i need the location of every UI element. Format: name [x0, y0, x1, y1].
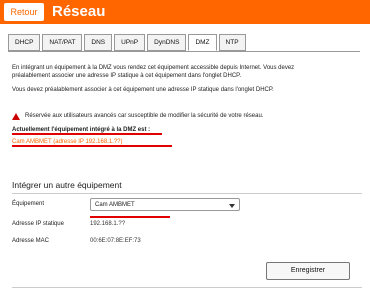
section-title: Intégrer un autre équipement [12, 180, 122, 190]
tab-nat-pat[interactable]: NAT/PAT [42, 34, 83, 51]
save-button[interactable]: Enregistrer [266, 262, 350, 280]
tab-dhcp[interactable]: DHCP [8, 34, 41, 51]
mac-value: 00:6E:07:8E:EF:73 [90, 238, 141, 244]
warning-row: Réservée aux utilisateurs avancés car su… [12, 112, 263, 120]
current-dmz-value-underline [12, 145, 172, 147]
intro-line-1: En intégrant un équipement à la DMZ vous… [12, 65, 295, 71]
chevron-down-icon [229, 204, 235, 208]
back-button[interactable]: Retour [4, 3, 44, 21]
header-bar: Retour Réseau [0, 0, 370, 24]
current-dmz-underline [12, 133, 162, 135]
bottom-divider [12, 287, 362, 288]
equipment-select-value: Cam AMBMET [95, 202, 135, 208]
section-divider [12, 193, 362, 194]
equipment-underline [90, 216, 170, 218]
tab-dmz[interactable]: DMZ [188, 34, 217, 51]
equipment-label: Équipement [12, 201, 45, 207]
tab-dyndns[interactable]: DynDNS [147, 34, 187, 51]
page-title: Réseau [52, 3, 106, 20]
tab-bar: DHCP NAT/PAT DNS UPnP DynDNS DMZ NTP [8, 34, 248, 51]
tab-upnp[interactable]: UPnP [114, 34, 146, 51]
intro-line-2: préalablement associer une adresse IP st… [12, 73, 242, 79]
tab-dns[interactable]: DNS [84, 34, 113, 51]
mac-label: Adresse MAC [12, 238, 50, 244]
warning-text: Réservée aux utilisateurs avancés car su… [25, 113, 264, 119]
intro-line-3: Vous devez préalablement associer à cet … [12, 87, 274, 93]
equipment-select[interactable]: Cam AMBMET [90, 198, 240, 211]
tab-ntp[interactable]: NTP [218, 34, 246, 51]
ip-label: Adresse IP statique [12, 221, 64, 227]
warning-icon [12, 112, 20, 120]
tab-divider [8, 51, 360, 52]
ip-value: 192.168.1.?? [90, 221, 126, 227]
